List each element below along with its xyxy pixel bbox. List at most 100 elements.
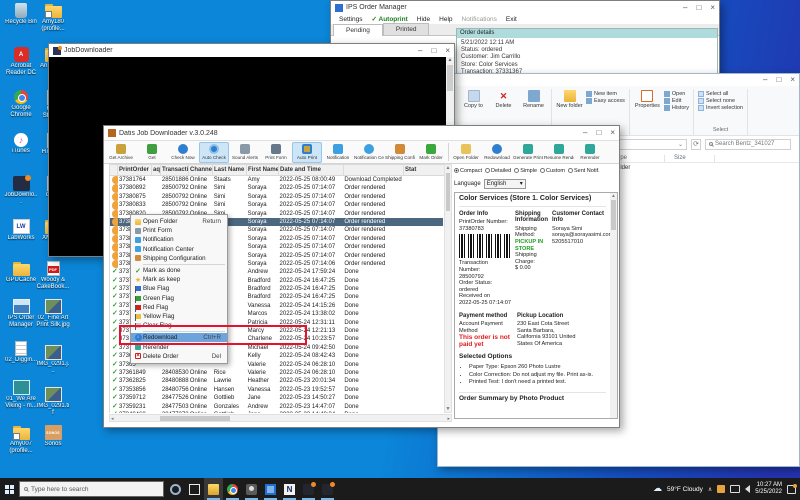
close-button[interactable]: ×	[790, 76, 795, 84]
context-menu-item-blue-flag[interactable]: Blue Flag	[131, 284, 227, 293]
column-header-size[interactable]: Size	[674, 155, 686, 161]
column-header-blank[interactable]	[110, 165, 118, 175]
toolbar-get[interactable]: Get	[137, 142, 167, 163]
context-menu-item-shipping-configuration[interactable]: Shipping Configuration	[131, 254, 227, 263]
desktop-icon-labworks[interactable]: LWLabWorks	[4, 219, 38, 242]
tab-printed[interactable]: Printed	[383, 23, 430, 35]
desktop-icon-02-fine-art-print-silk-jpg[interactable]: 02_Fine Art Print Silk.jpg	[36, 299, 70, 328]
table-vertical-scrollbar[interactable]: ▲▼	[444, 164, 452, 413]
menu-item-notifications[interactable]: Notifications	[462, 16, 497, 23]
menu-item-exit[interactable]: Exit	[506, 16, 517, 23]
view-option-custom[interactable]: Custom	[540, 168, 565, 174]
desktop-icon-woody-cakebook[interactable]: PDFWoody & CakeBook...	[36, 261, 70, 290]
menu-item-help[interactable]: Help	[439, 16, 452, 23]
scrollbar-thumb[interactable]	[447, 65, 453, 91]
people-taskbar-icon[interactable]	[242, 478, 261, 500]
context-menu-item-mark-as-done[interactable]: ✓Mark as done	[131, 266, 227, 275]
desktop-icon-itunes[interactable]: iTunes	[4, 133, 38, 155]
toolbar-auto-print[interactable]: Auto Print	[292, 142, 322, 163]
table-row[interactable]: ✓3735923128477503OnlineGonzalesAndrew202…	[110, 403, 443, 411]
photos-taskbar-icon[interactable]	[261, 478, 280, 500]
table-horizontal-scrollbar[interactable]: ◂▸	[109, 414, 452, 422]
context-menu-item-red-flag[interactable]: Red Flag	[131, 303, 227, 312]
toolbar-get-archive[interactable]: Get Archive	[106, 142, 136, 163]
tab-pending[interactable]: Pending	[333, 24, 383, 36]
context-menu-item-print-form[interactable]: Print Form	[131, 226, 227, 235]
chevron-down-icon[interactable]: ⌄	[678, 141, 683, 148]
toolbar-print-form[interactable]: Print Form	[261, 142, 291, 163]
column-header-blank[interactable]	[344, 165, 404, 175]
scrollbar-thumb[interactable]	[160, 416, 230, 421]
view-option-detailed[interactable]: Detailed	[485, 168, 511, 174]
table-row[interactable]: ✓3734046828477272OnlineGottliebJane2022-…	[110, 411, 443, 413]
column-header-channel[interactable]: Channel	[189, 165, 213, 175]
tray-app-icon[interactable]	[717, 485, 725, 493]
maximize-button[interactable]: □	[696, 4, 701, 12]
toolbar-generate-prints[interactable]: Generate Prints	[513, 142, 543, 163]
ribbon-rename[interactable]: Rename	[520, 89, 547, 127]
toolbar-mark-order[interactable]: Mark Order	[416, 142, 446, 163]
desktop-icon-amy007-profile[interactable]: Amy007 (profile...	[4, 425, 38, 454]
ribbon-easy-access[interactable]: Easy access	[586, 98, 625, 104]
scrollbar-thumb[interactable]	[611, 200, 616, 230]
ribbon-select-all[interactable]: Select all	[698, 91, 743, 97]
toolbar-notification[interactable]: Notification	[323, 142, 353, 163]
language-select[interactable]: English▾	[484, 179, 526, 189]
toolbar-notification-center[interactable]: Notification Center	[354, 142, 384, 163]
refresh-icon[interactable]: ⟳	[691, 139, 701, 150]
context-menu-item-open-folder[interactable]: Open FolderReturn	[131, 217, 227, 226]
context-menu-item-notification[interactable]: Notification	[131, 235, 227, 244]
column-header-aq[interactable]: aq	[152, 165, 161, 175]
close-button[interactable]: ×	[710, 4, 715, 12]
taskbar-clock[interactable]: 10:27 AM5/25/2022	[755, 482, 782, 496]
column-header-transaction[interactable]: Transaction	[161, 165, 189, 175]
view-option-compact[interactable]: Compact	[454, 168, 482, 174]
badge1-taskbar-icon[interactable]	[299, 478, 318, 500]
desktop-icon-amy180-profile[interactable]: Amy180 (profile...	[36, 3, 70, 32]
ribbon-open[interactable]: Open	[664, 91, 689, 97]
table-row[interactable]: 3738083328500792OnlineSimiSoraya2022-05-…	[110, 201, 443, 209]
desktop-icon-gpucache[interactable]: GPUCache	[4, 261, 38, 284]
context-menu-item-delete-order[interactable]: ×Delete OrderDel	[131, 352, 227, 361]
table-row[interactable]: ✓3736282528480888OnlineLawrieHeather2022…	[110, 377, 443, 385]
toolbar-check-now[interactable]: Check Now	[168, 142, 198, 163]
minimize-button[interactable]: –	[763, 76, 767, 84]
desktop-icon-google-chrome[interactable]: Google Chrome	[4, 90, 38, 118]
column-header-last-name[interactable]: Last Name	[213, 165, 247, 175]
menu-item-hide[interactable]: Hide	[417, 16, 430, 23]
scrollbar-thumb[interactable]	[446, 173, 450, 211]
toolbar-shipping-configuration[interactable]: Shipping Configuration	[385, 142, 415, 163]
context-menu-item-yellow-flag[interactable]: Yellow Flag	[131, 312, 227, 321]
minimize-button[interactable]: –	[583, 129, 587, 137]
minimize-button[interactable]: –	[418, 47, 422, 55]
chrome-taskbar-icon[interactable]	[223, 478, 242, 500]
ribbon-new-item[interactable]: New item	[586, 91, 625, 97]
weather-text[interactable]: 59°F Cloudy	[667, 486, 703, 493]
table-row[interactable]: ✓3735971228477526OnlineGottliebJane2022-…	[110, 394, 443, 402]
toolbar-open-folder[interactable]: Open Folder	[451, 142, 481, 163]
ribbon-edit[interactable]: Edit	[664, 98, 689, 104]
column-header-stat[interactable]: Stat	[404, 165, 447, 175]
menu-item-settings[interactable]: Settings	[339, 16, 363, 23]
maximize-button[interactable]: □	[596, 129, 601, 137]
desktop-icon-sonos[interactable]: SONOSSonos	[36, 425, 70, 448]
maximize-button[interactable]: □	[431, 47, 436, 55]
notification-center-icon[interactable]	[787, 485, 796, 494]
view-option-sent-notif[interactable]: Sent Notif.	[568, 168, 600, 174]
table-row[interactable]: 3738089228500792OnlineSimiSoraya2022-05-…	[110, 184, 443, 192]
ribbon-select-none[interactable]: Select none	[698, 98, 743, 104]
badge2-taskbar-icon[interactable]	[318, 478, 337, 500]
toolbar-rerender[interactable]: Rerender	[575, 142, 605, 163]
ribbon-new-folder[interactable]: New folder	[556, 89, 583, 127]
taskbar-search-input[interactable]: Type here to search	[19, 481, 164, 497]
minimize-button[interactable]: –	[683, 4, 687, 12]
desktop-icon-01-we-are-viking-m[interactable]: 01_We Are Viking - m...	[4, 380, 38, 409]
start-button[interactable]	[0, 478, 19, 500]
ribbon-invert-selection[interactable]: Invert selection	[698, 105, 743, 111]
desktop-icon-recycle-bin[interactable]: Recycle Bin	[4, 3, 38, 26]
context-menu-item-notification-center[interactable]: Notification Center	[131, 245, 227, 254]
ribbon-properties[interactable]: Properties	[634, 89, 661, 127]
close-button[interactable]: ×	[610, 129, 615, 137]
table-row[interactable]: ✓3736184928408530OnlineRiceValerie2022-0…	[110, 369, 443, 377]
display-icon[interactable]	[730, 485, 740, 493]
